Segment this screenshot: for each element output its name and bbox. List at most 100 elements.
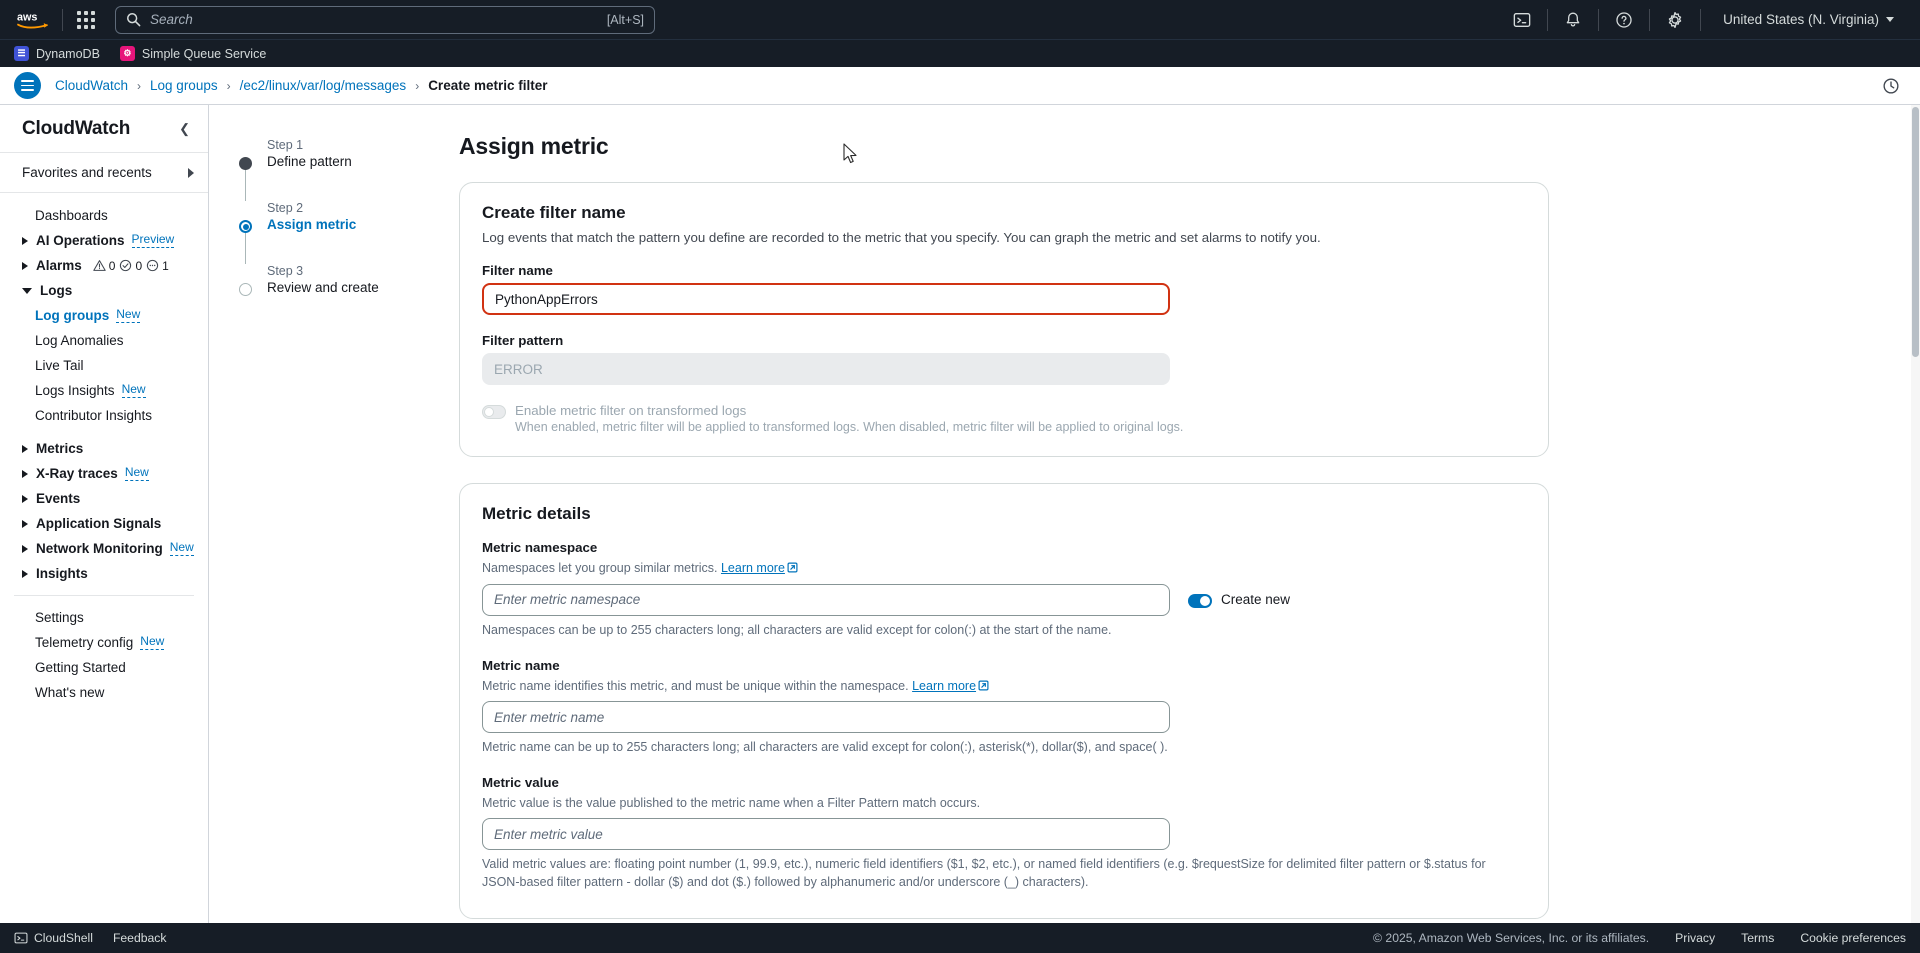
sidebar-divider (14, 595, 194, 596)
sidebar-item-settings[interactable]: Settings (0, 605, 208, 630)
sidebar-item-metrics[interactable]: Metrics (0, 436, 208, 461)
dots-circle-icon (146, 259, 159, 272)
metric-value-field-group: Metric value Metric value is the value p… (482, 775, 1526, 892)
sidebar-item-events[interactable]: Events (0, 486, 208, 511)
region-label: United States (N. Virginia) (1723, 12, 1879, 27)
metric-name-field-group: Metric name Metric name identifies this … (482, 658, 1526, 757)
sidebar-item-logs-insights[interactable]: Logs Insights New (0, 378, 208, 403)
app-grid-icon[interactable] (71, 5, 101, 35)
metric-value-label: Metric value (482, 775, 1526, 790)
alarm-count-insufficient: 1 (146, 259, 169, 273)
metric-name-input[interactable] (482, 701, 1170, 733)
create-new-label: Create new (1221, 592, 1290, 607)
card-title: Create filter name (482, 203, 1526, 223)
transformed-logs-toggle[interactable] (482, 405, 506, 419)
footer-link-privacy[interactable]: Privacy (1675, 931, 1715, 945)
favorite-simple-queue-service[interactable]: ⚙ Simple Queue Service (120, 46, 266, 61)
search-input[interactable] (150, 12, 607, 27)
sidebar-item-application-signals[interactable]: Application Signals (0, 511, 208, 536)
search-icon (126, 12, 141, 27)
step-wizard: Step 1 Define pattern Step 2 Assign metr… (209, 105, 459, 923)
sidebar-item-xray-traces[interactable]: X-Ray traces New (0, 461, 208, 486)
footer-link-terms[interactable]: Terms (1741, 931, 1774, 945)
transformed-logs-toggle-group: Enable metric filter on transformed logs… (482, 403, 1526, 434)
sidebar-title: CloudWatch (22, 118, 130, 140)
transformed-logs-toggle-help: When enabled, metric filter will be appl… (515, 420, 1183, 434)
global-search-bar[interactable]: [Alt+S] (115, 6, 655, 34)
sidebar-item-getting-started[interactable]: Getting Started (0, 655, 208, 680)
sidebar-item-label: Getting Started (35, 660, 126, 675)
metric-namespace-input[interactable] (482, 584, 1170, 616)
history-icon[interactable] (1882, 77, 1906, 95)
sidebar-item-telemetry-config[interactable]: Telemetry config New (0, 630, 208, 655)
wizard-step-name[interactable]: Define pattern (267, 154, 459, 169)
region-selector[interactable]: United States (N. Virginia) (1709, 12, 1902, 27)
sidebar-item-alarms[interactable]: Alarms 0 0 1 (0, 253, 208, 278)
question-circle-icon[interactable] (1607, 3, 1641, 37)
favorite-label: Simple Queue Service (142, 47, 266, 61)
main-scrollbar-thumb[interactable] (1912, 107, 1919, 357)
breadcrumb-item-log-group-name[interactable]: /ec2/linux/var/log/messages (240, 78, 407, 93)
wizard-step-number: Step 1 (267, 138, 459, 152)
metric-namespace-help: Namespaces let you group similar metrics… (482, 560, 1526, 578)
chevron-left-icon[interactable]: ❮ (175, 117, 194, 141)
content-column: Assign metric Create filter name Log eve… (459, 105, 1589, 923)
breadcrumb-item-cloudwatch[interactable]: CloudWatch (55, 78, 128, 93)
cloudshell-icon[interactable] (1505, 3, 1539, 37)
favorite-dynamodb[interactable]: ☰ DynamoDB (14, 46, 100, 61)
sidebar-item-whats-new[interactable]: What's new (0, 680, 208, 705)
hamburger-menu-icon[interactable] (14, 72, 41, 99)
wizard-step-name[interactable]: Review and create (267, 280, 459, 295)
wizard-step-name[interactable]: Assign metric (267, 217, 459, 232)
chevron-right-icon (22, 520, 28, 528)
breadcrumb-item-log-groups[interactable]: Log groups (150, 78, 218, 93)
sidebar-item-network-monitoring[interactable]: Network Monitoring New (0, 536, 208, 561)
footer-cloudshell-button[interactable]: CloudShell (14, 931, 93, 945)
nav-divider (1700, 9, 1701, 31)
page-title: Assign metric (459, 133, 1549, 160)
chevron-down-icon (1886, 17, 1894, 22)
sidebar-item-label: Logs (40, 283, 72, 298)
namespace-learn-more-link[interactable]: Learn more (721, 561, 785, 575)
sidebar-item-favorites-and-recents[interactable]: Favorites and recents (0, 153, 208, 193)
sidebar-item-ai-operations[interactable]: AI Operations Preview (0, 228, 208, 253)
nav-divider (1598, 9, 1599, 31)
create-new-namespace-toggle[interactable] (1188, 594, 1212, 608)
sidebar-item-live-tail[interactable]: Live Tail (0, 353, 208, 378)
breadcrumb: CloudWatch › Log groups › /ec2/linux/var… (55, 78, 548, 93)
sidebar-item-contributor-insights[interactable]: Contributor Insights (0, 403, 208, 428)
wizard-connector (245, 169, 246, 201)
sidebar-item-label: Contributor Insights (35, 408, 152, 423)
gear-icon[interactable] (1658, 3, 1692, 37)
main-scrollbar-track[interactable] (1911, 105, 1920, 923)
sidebar-item-log-groups[interactable]: Log groups New (0, 303, 208, 328)
sidebar-item-label: Network Monitoring (36, 541, 163, 556)
sidebar-item-insights[interactable]: Insights (0, 561, 208, 586)
wizard-step-review-and-create[interactable]: Step 3 Review and create (239, 264, 459, 295)
metric-value-input[interactable] (482, 818, 1170, 850)
metric-name-learn-more-link[interactable]: Learn more (912, 679, 976, 693)
sidebar-item-label: Insights (36, 566, 88, 581)
external-link-icon (787, 561, 798, 572)
footer-link-cookie-preferences[interactable]: Cookie preferences (1800, 931, 1906, 945)
aws-logo[interactable]: aws (14, 7, 54, 33)
filter-name-input[interactable] (482, 283, 1170, 315)
footer-feedback-link[interactable]: Feedback (113, 931, 167, 945)
sidebar-item-dashboards[interactable]: Dashboards (0, 203, 208, 228)
sidebar-item-label: Logs Insights (35, 383, 115, 398)
chevron-right-icon (22, 545, 28, 553)
sidebar-item-label: Log groups (35, 308, 109, 323)
sidebar-item-label: AI Operations (36, 233, 125, 248)
footer-bar: CloudShell Feedback © 2025, Amazon Web S… (0, 923, 1920, 953)
wizard-step-assign-metric[interactable]: Step 2 Assign metric (239, 201, 459, 232)
sidebar-item-logs[interactable]: Logs (0, 278, 208, 303)
favorite-label: DynamoDB (36, 47, 100, 61)
new-badge: New (140, 635, 164, 650)
bell-icon[interactable] (1556, 3, 1590, 37)
wizard-connector (245, 232, 246, 264)
search-shortcut-hint: [Alt+S] (607, 13, 644, 27)
sidebar-item-log-anomalies[interactable]: Log Anomalies (0, 328, 208, 353)
wizard-step-define-pattern[interactable]: Step 1 Define pattern (239, 138, 459, 169)
chevron-right-icon (22, 445, 28, 453)
step-status-icon-todo (239, 283, 252, 296)
